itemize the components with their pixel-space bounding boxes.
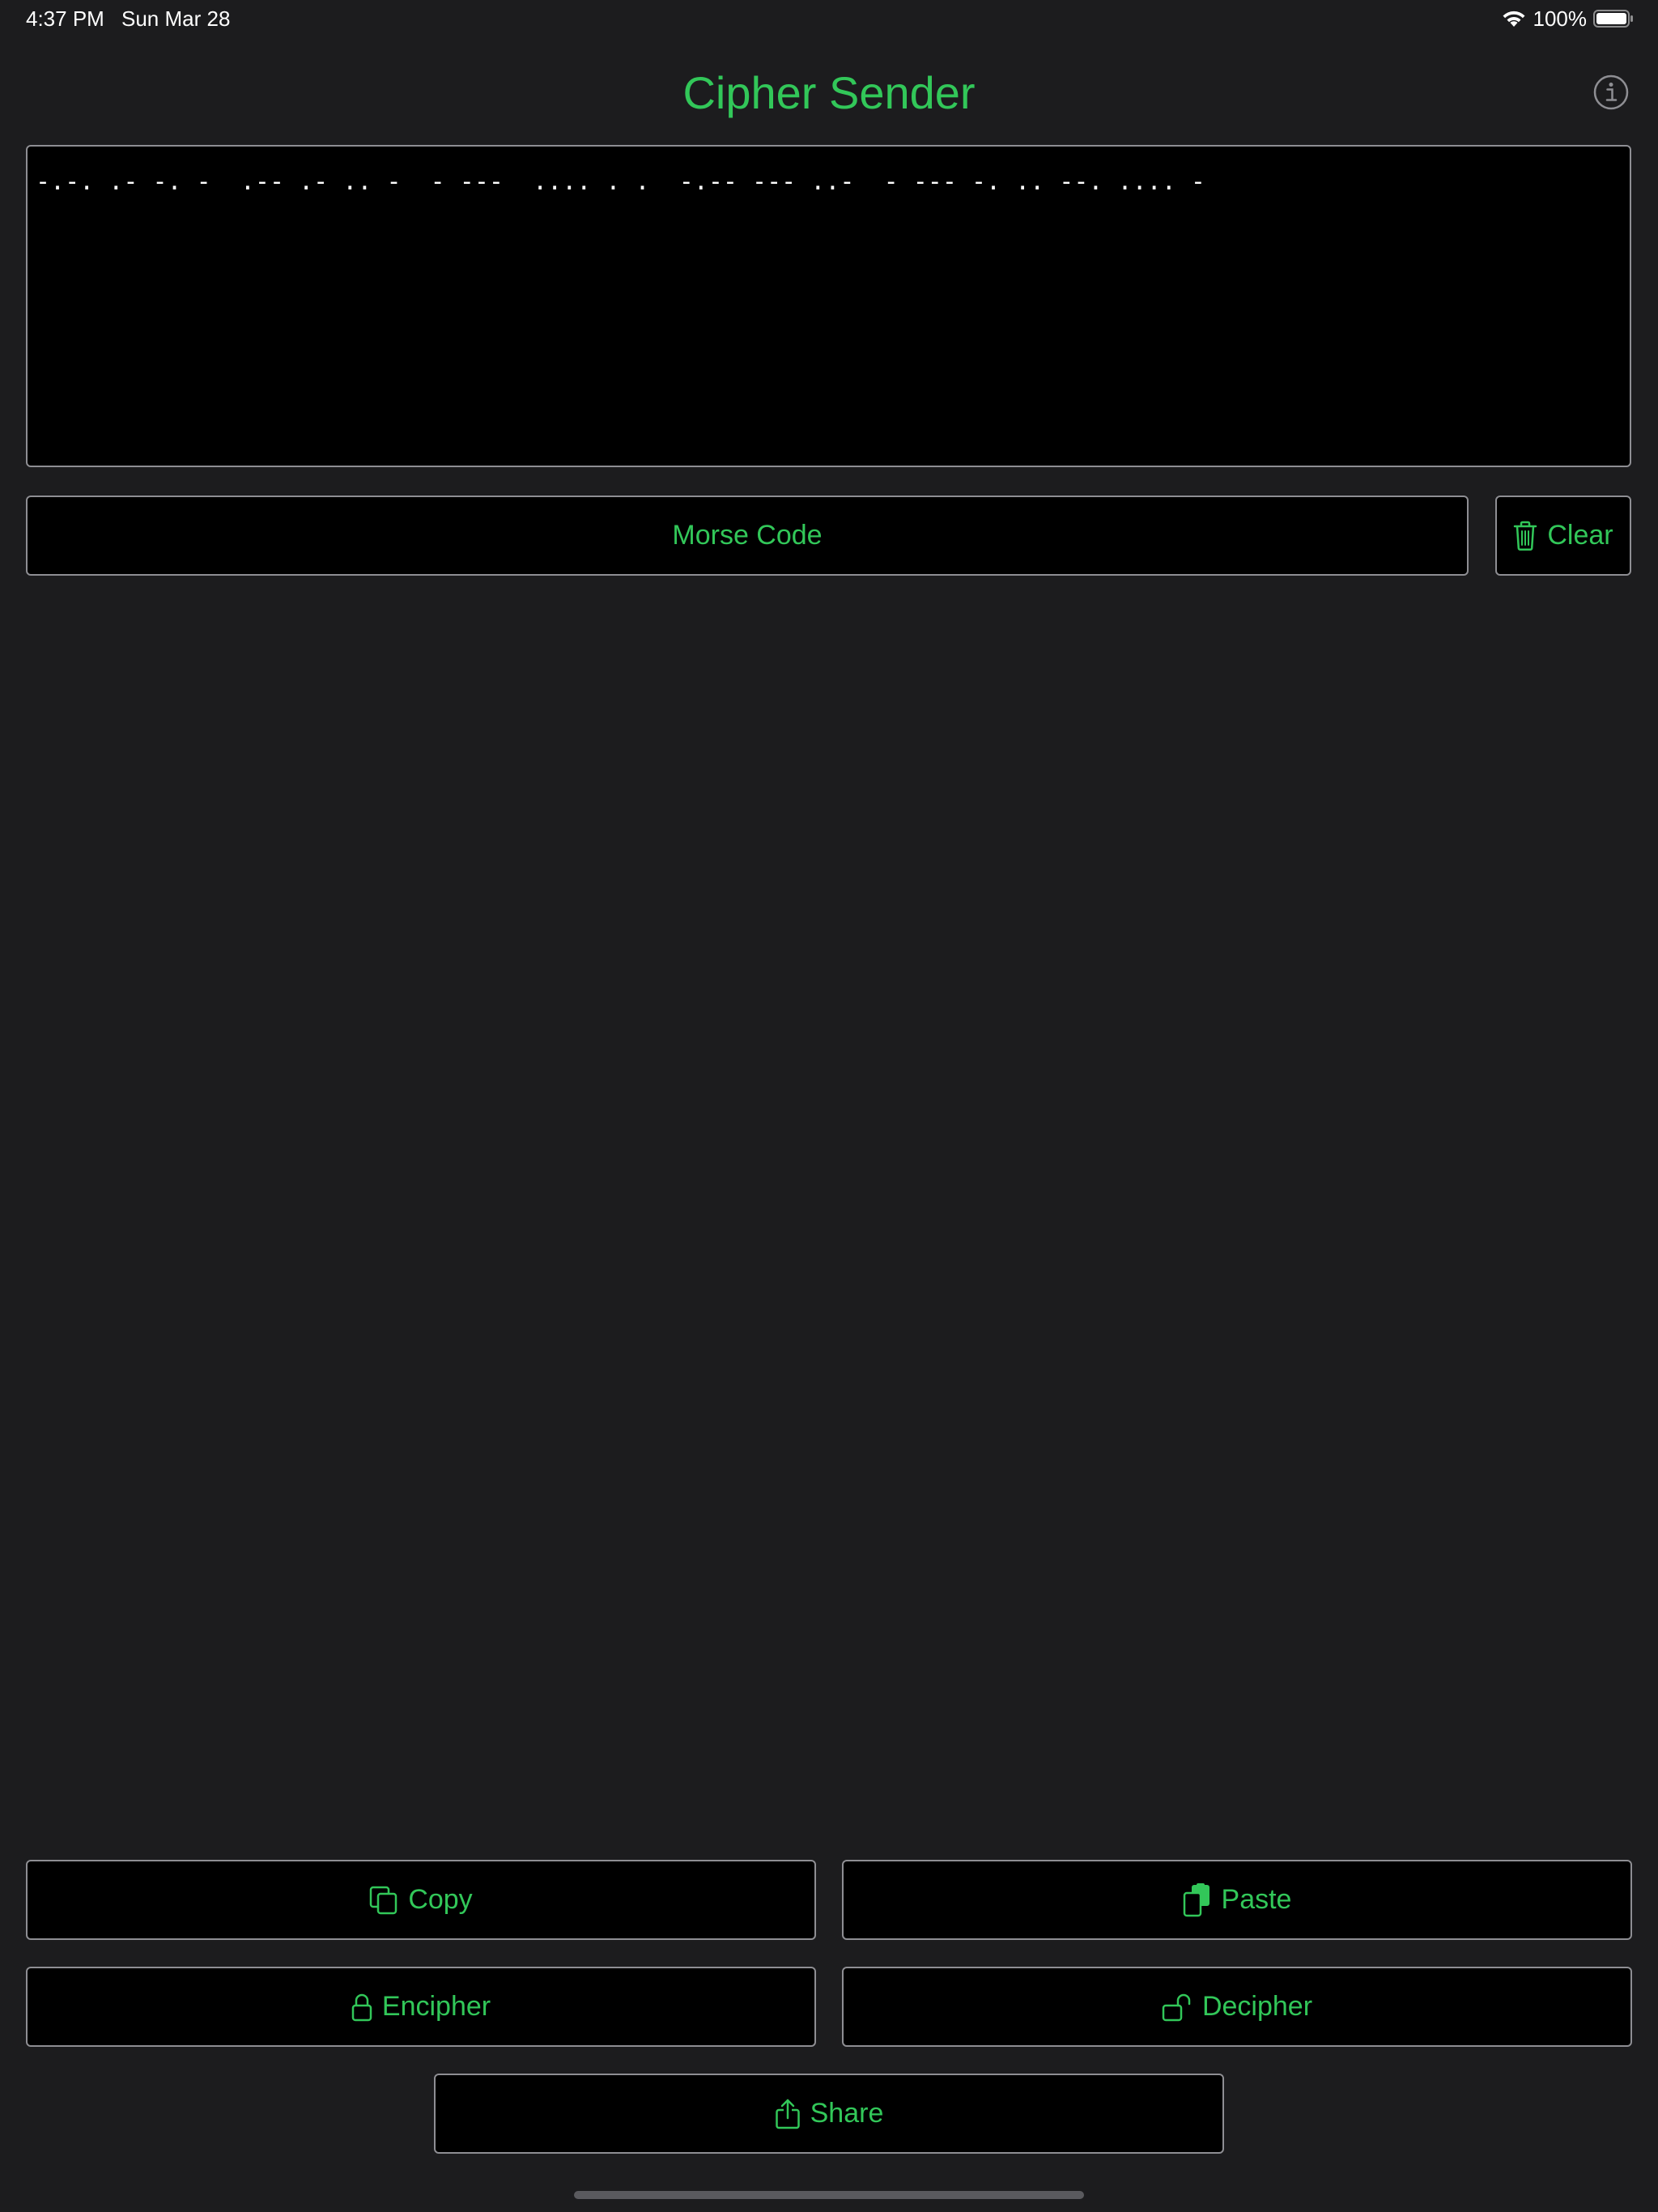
copy-icon [370, 1886, 397, 1914]
info-icon[interactable] [1592, 74, 1630, 111]
app-screen: 4:37 PM Sun Mar 28 100% Cipher Sender -.… [0, 0, 1658, 2212]
paste-button-label: Paste [1221, 1884, 1292, 1915]
home-indicator[interactable] [574, 2191, 1084, 2199]
status-date: Sun Mar 28 [121, 6, 231, 31]
paste-icon [1183, 1882, 1209, 1916]
paste-button[interactable]: Paste [842, 1860, 1632, 1940]
decipher-button[interactable]: Decipher [842, 1967, 1632, 2047]
share-button[interactable]: Share [434, 2074, 1224, 2154]
trash-icon [1514, 521, 1537, 551]
share-button-label: Share [810, 2098, 884, 2129]
cipher-type-label: Morse Code [672, 520, 823, 551]
copy-button-label: Copy [408, 1884, 473, 1915]
page-title: Cipher Sender [682, 67, 976, 118]
copy-button[interactable]: Copy [26, 1860, 816, 1940]
status-time: 4:37 PM [26, 6, 104, 31]
wifi-icon [1503, 11, 1524, 27]
cipher-text-editor[interactable]: -.-. .- -. - .-- .- .. - - --- .... . . … [26, 145, 1631, 467]
cipher-type-selector[interactable]: Morse Code [26, 496, 1469, 576]
encipher-button-label: Encipher [381, 1991, 491, 2022]
clear-button-label: Clear [1547, 520, 1613, 551]
battery-percent: 100% [1533, 6, 1588, 31]
encipher-button[interactable]: Encipher [26, 1967, 816, 2047]
lock-icon [351, 1993, 372, 2021]
share-icon [775, 2099, 800, 2129]
unlock-icon [1162, 1993, 1191, 2021]
battery-icon [1593, 10, 1633, 28]
decipher-button-label: Decipher [1201, 1991, 1313, 2022]
clear-button[interactable]: Clear [1495, 496, 1631, 576]
status-bar-right: 100% [1501, 6, 1635, 31]
